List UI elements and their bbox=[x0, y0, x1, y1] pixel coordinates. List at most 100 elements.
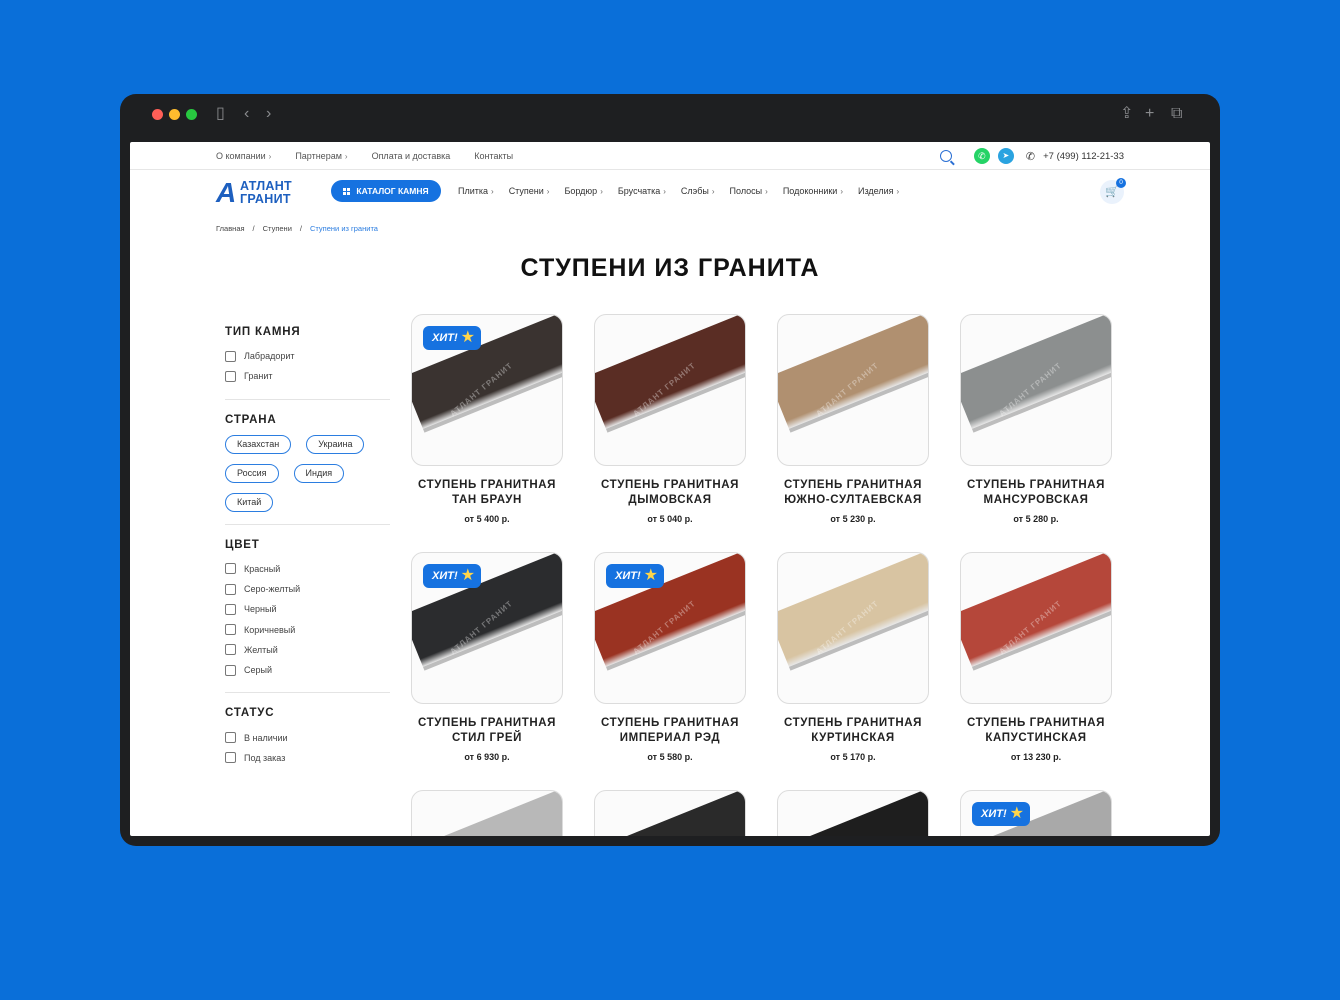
product-name[interactable]: СТУПЕНЬ ГРАНИТНАЯ ЮЖНО-СУЛТАЕВСКАЯ bbox=[777, 478, 929, 508]
filter-title: ЦВЕТ bbox=[225, 538, 260, 551]
search-icon[interactable] bbox=[939, 150, 952, 162]
filter-option[interactable]: Красный bbox=[225, 559, 390, 579]
filter-options: В наличии Под заказ bbox=[225, 727, 390, 768]
checkbox[interactable] bbox=[225, 350, 236, 362]
product-card[interactable]: АТЛАНТ ГРАНИТ ХИТ! ★ СТУПЕНЬ ГРАНИТНАЯ ИМПЕР… bbox=[594, 552, 746, 762]
phone-number[interactable]: +7 (499) 112-21-33 bbox=[1043, 151, 1124, 162]
checkbox[interactable] bbox=[225, 603, 236, 615]
product-card[interactable]: АТЛАНТ ГРАНИТ ХИТ! ★ СТУПЕНЬ ГРАНИТНАЯ ТАН Б… bbox=[411, 314, 563, 524]
catalog-button[interactable]: КАТАЛОГ КАМНЯ bbox=[331, 180, 441, 202]
main-nav-item[interactable]: Бордюр › bbox=[564, 186, 602, 196]
filter-option[interactable]: Коричневый bbox=[225, 619, 390, 639]
product-card[interactable]: АТЛАНТ ГРАНИТ bbox=[777, 790, 929, 836]
tabs-overview-icon[interactable]: ⧉ bbox=[1171, 103, 1182, 125]
product-image[interactable]: АТЛАНТ ГРАНИТ bbox=[960, 552, 1112, 704]
product-image[interactable]: АТЛАНТ ГРАНИТХИТ!★ bbox=[411, 552, 563, 704]
cart-button[interactable]: 🛒 0 bbox=[1100, 178, 1126, 204]
close-window-button[interactable] bbox=[152, 109, 163, 120]
product-price: от 5 230 р. bbox=[830, 514, 876, 524]
country-pill[interactable]: Украина bbox=[306, 434, 365, 454]
product-image[interactable]: АТЛАНТ ГРАНИТ bbox=[777, 552, 929, 704]
breadcrumb-item[interactable]: Ступени bbox=[263, 224, 292, 233]
checkbox[interactable] bbox=[225, 732, 236, 744]
logo-line2: ГРАНИТ bbox=[240, 192, 291, 206]
breadcrumb-item[interactable]: Главная bbox=[216, 224, 245, 233]
product-image[interactable]: АТЛАНТ ГРАНИТ bbox=[960, 314, 1112, 466]
product-name[interactable]: СТУПЕНЬ ГРАНИТНАЯ СТИЛ ГРЕЙ bbox=[411, 716, 563, 746]
country-pill[interactable]: Китай bbox=[225, 492, 274, 512]
filter-option[interactable]: Серый bbox=[225, 660, 390, 680]
checkbox[interactable] bbox=[225, 644, 236, 656]
product-name[interactable]: СТУПЕНЬ ГРАНИТНАЯ ТАН БРАУН bbox=[411, 478, 563, 508]
product-image[interactable]: АТЛАНТ ГРАНИТ bbox=[594, 314, 746, 466]
logo[interactable]: A АТЛАНТ ГРАНИТ bbox=[216, 178, 312, 208]
main-nav-item[interactable]: Брусчатка › bbox=[618, 186, 666, 196]
product-image[interactable]: АТЛАНТ ГРАНИТХИТ!★ bbox=[960, 790, 1112, 836]
checkbox[interactable] bbox=[225, 752, 236, 764]
whatsapp-icon[interactable]: ✆ bbox=[973, 148, 990, 164]
top-nav-item[interactable]: Партнерам › bbox=[295, 151, 347, 161]
hit-badge: ХИТ! ★ bbox=[423, 564, 481, 588]
stone-slab-image bbox=[412, 791, 562, 836]
product-card[interactable]: АТЛАНТ ГРАНИТ СТУПЕНЬ ГРАНИТНАЯ МАНСУРОВСК… bbox=[960, 314, 1112, 524]
product-name[interactable]: СТУПЕНЬ ГРАНИТНАЯ КАПУСТИНСКАЯ bbox=[960, 716, 1112, 746]
chevron-right-icon: › bbox=[840, 187, 844, 196]
product-name[interactable]: СТУПЕНЬ ГРАНИТНАЯ ДЫМОВСКАЯ bbox=[594, 478, 746, 508]
country-pill[interactable]: Россия bbox=[225, 463, 279, 483]
product-name[interactable]: СТУПЕНЬ ГРАНИТНАЯ ИМПЕРИАЛ РЭД bbox=[594, 716, 746, 746]
checkbox[interactable] bbox=[225, 563, 236, 575]
filter-option[interactable]: Под заказ bbox=[225, 748, 390, 768]
main-nav-item[interactable]: Плитка › bbox=[458, 186, 494, 196]
hit-badge-label: ХИТ! bbox=[432, 570, 458, 582]
new-tab-icon[interactable]: + bbox=[1145, 103, 1154, 125]
forward-icon[interactable]: › bbox=[266, 103, 271, 125]
product-image[interactable]: АТЛАНТ ГРАНИТ bbox=[777, 790, 929, 836]
maximize-window-button[interactable] bbox=[186, 109, 197, 120]
checkbox[interactable] bbox=[225, 583, 236, 595]
country-pill[interactable]: Индия bbox=[293, 463, 345, 483]
product-name-line: СТИЛ ГРЕЙ bbox=[451, 732, 523, 744]
product-card[interactable]: АТЛАНТ ГРАНИТ bbox=[594, 790, 746, 836]
hit-badge: ХИТ! ★ bbox=[972, 802, 1030, 826]
main-nav-item[interactable]: Полосы › bbox=[730, 186, 768, 196]
product-image[interactable]: АТЛАНТ ГРАНИТ bbox=[594, 790, 746, 836]
main-nav-item[interactable]: Изделия › bbox=[858, 186, 899, 196]
filter-option[interactable]: В наличии bbox=[225, 727, 390, 747]
top-nav-item[interactable]: Оплата и доставка bbox=[372, 151, 451, 161]
country-pill[interactable]: Казахстан bbox=[225, 434, 292, 454]
main-nav-item[interactable]: Ступени › bbox=[509, 186, 550, 196]
checkbox[interactable] bbox=[225, 624, 236, 636]
product-card[interactable]: АТЛАНТ ГРАНИТ СТУПЕНЬ ГРАНИТНАЯ ЮЖНО-СУЛТА… bbox=[777, 314, 929, 524]
top-nav-item[interactable]: О компании › bbox=[216, 151, 271, 161]
filter-option[interactable]: Серо-желтый bbox=[225, 579, 390, 599]
stone-slab-image bbox=[778, 315, 928, 433]
telegram-icon[interactable]: ➤ bbox=[997, 148, 1014, 164]
top-contacts: ✆ ➤ ✆ +7 (499) 112-21-33 bbox=[939, 142, 1124, 170]
filter-option[interactable]: Черный bbox=[225, 599, 390, 619]
main-nav-item[interactable]: Подоконники › bbox=[783, 186, 843, 196]
filter-option[interactable]: Лабрадорит bbox=[225, 346, 390, 366]
minimize-window-button[interactable] bbox=[169, 109, 180, 120]
product-name[interactable]: СТУПЕНЬ ГРАНИТНАЯ МАНСУРОВСКАЯ bbox=[960, 478, 1112, 508]
product-card[interactable]: АТЛАНТ ГРАНИТ ХИТ! ★ СТУПЕНЬ ГРАНИТНАЯ СТИЛ … bbox=[411, 552, 563, 762]
main-nav-item[interactable]: Слэбы › bbox=[681, 186, 715, 196]
filter-option[interactable]: Гранит bbox=[225, 366, 390, 386]
product-image[interactable]: АТЛАНТ ГРАНИТ bbox=[411, 790, 563, 836]
breadcrumb-item: Ступени из гранита bbox=[309, 224, 378, 233]
product-card[interactable]: АТЛАНТ ГРАНИТ СТУПЕНЬ ГРАНИТНАЯ КУРТИНСКАЯ… bbox=[777, 552, 929, 762]
checkbox[interactable] bbox=[225, 664, 236, 676]
sidebar-icon[interactable]: ▯ bbox=[216, 103, 225, 125]
product-card[interactable]: АТЛАНТ ГРАНИТ СТУПЕНЬ ГРАНИТНАЯ КАПУСТИНСК… bbox=[960, 552, 1112, 762]
product-name[interactable]: СТУПЕНЬ ГРАНИТНАЯ КУРТИНСКАЯ bbox=[777, 716, 929, 746]
checkbox[interactable] bbox=[225, 370, 236, 382]
share-icon[interactable]: ⇪ bbox=[1120, 103, 1133, 125]
product-card[interactable]: АТЛАНТ ГРАНИТ СТУПЕНЬ ГРАНИТНАЯ ДЫМОВСКАЯ о… bbox=[594, 314, 746, 524]
product-image[interactable]: АТЛАНТ ГРАНИТХИТ!★ bbox=[594, 552, 746, 704]
product-image[interactable]: АТЛАНТ ГРАНИТ bbox=[777, 314, 929, 466]
filter-option[interactable]: Желтый bbox=[225, 640, 390, 660]
top-nav-item[interactable]: Контакты bbox=[474, 151, 513, 161]
back-icon[interactable]: ‹ bbox=[244, 103, 249, 125]
product-image[interactable]: АТЛАНТ ГРАНИТХИТ!★ bbox=[411, 314, 563, 466]
product-card[interactable]: АТЛАНТ ГРАНИТХИТ!★ bbox=[960, 790, 1112, 836]
product-card[interactable]: АТЛАНТ ГРАНИТ bbox=[411, 790, 563, 836]
